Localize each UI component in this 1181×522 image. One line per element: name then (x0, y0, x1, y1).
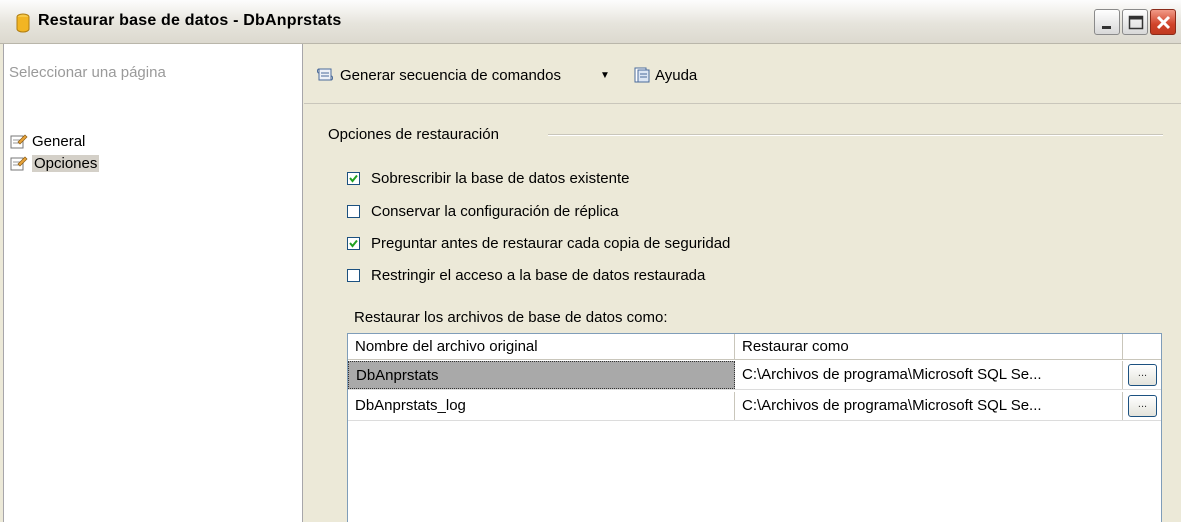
grid-header: Nombre del archivo original Restaurar co… (348, 334, 1161, 360)
files-grid[interactable]: Nombre del archivo original Restaurar co… (347, 333, 1162, 522)
close-button[interactable] (1150, 9, 1176, 35)
script-button[interactable]: Generar secuencia de comandos (316, 66, 561, 84)
page-item-general[interactable]: General (10, 131, 85, 151)
maximize-button[interactable] (1122, 9, 1148, 35)
help-button[interactable]: Ayuda (633, 66, 697, 84)
script-dropdown-icon[interactable]: ▼ (600, 70, 610, 81)
script-icon (317, 68, 333, 81)
database-icon (16, 13, 30, 33)
checkbox-label: Sobrescribir la base de datos existente (371, 170, 630, 187)
checkbox-box[interactable] (347, 269, 360, 282)
checkbox-box[interactable] (347, 205, 360, 218)
checkbox-label: Preguntar antes de restaurar cada copia … (371, 235, 731, 252)
table-row[interactable]: DbAnprstats C:\Archivos de programa\Micr… (348, 361, 1161, 390)
checkbox-box[interactable] (347, 237, 360, 250)
restore-as-cell[interactable]: C:\Archivos de programa\Microsoft SQL Se… (735, 392, 1123, 420)
files-label: Restaurar los archivos de base de datos … (354, 309, 668, 326)
toolbar: Generar secuencia de comandos ▼ Ayuda (304, 44, 1181, 104)
options-group-label: Opciones de restauración (328, 126, 499, 143)
page-icon (10, 156, 28, 171)
original-file-cell[interactable]: DbAnprstats (348, 361, 735, 389)
restore-as-cell[interactable]: C:\Archivos de programa\Microsoft SQL Se… (735, 361, 1123, 389)
prompt-before-restore-checkbox[interactable]: Preguntar antes de restaurar cada copia … (347, 235, 730, 252)
pane-header: Seleccionar una página (9, 64, 166, 81)
page-item-options[interactable]: Opciones (10, 153, 100, 173)
page-item-label: General (32, 132, 86, 150)
window-title: Restaurar base de datos - DbAnprstats (38, 12, 342, 29)
minimize-button[interactable] (1094, 9, 1120, 35)
check-icon (349, 239, 358, 248)
page-icon (10, 134, 28, 149)
page-selector-pane: Seleccionar una página General Opciones (0, 44, 303, 522)
checkbox-box[interactable] (347, 172, 360, 185)
page-item-label: Opciones (32, 154, 100, 172)
check-icon (349, 174, 358, 183)
title-bar[interactable]: Restaurar base de datos - DbAnprstats (0, 0, 1181, 44)
help-label: Ayuda (655, 66, 698, 84)
checkbox-label: Conservar la configuración de réplica (371, 203, 619, 220)
checkbox-label: Restringir el acceso a la base de datos … (371, 267, 706, 284)
table-row[interactable]: DbAnprstats_log C:\Archivos de programa\… (348, 392, 1161, 421)
script-label: Generar secuencia de comandos (340, 66, 561, 84)
column-header-restore-as[interactable]: Restaurar como (735, 334, 1123, 359)
group-divider (548, 134, 1163, 136)
restrict-access-checkbox[interactable]: Restringir el acceso a la base de datos … (347, 267, 705, 284)
overwrite-checkbox[interactable]: Sobrescribir la base de datos existente (347, 170, 629, 187)
original-file-cell[interactable]: DbAnprstats_log (348, 392, 735, 420)
column-header-original[interactable]: Nombre del archivo original (348, 334, 735, 359)
browse-button[interactable]: ... (1128, 395, 1157, 417)
column-header-browse (1123, 334, 1161, 359)
preserve-replication-checkbox[interactable]: Conservar la configuración de réplica (347, 203, 619, 220)
browse-button[interactable]: ... (1128, 364, 1157, 386)
help-icon (634, 67, 650, 83)
